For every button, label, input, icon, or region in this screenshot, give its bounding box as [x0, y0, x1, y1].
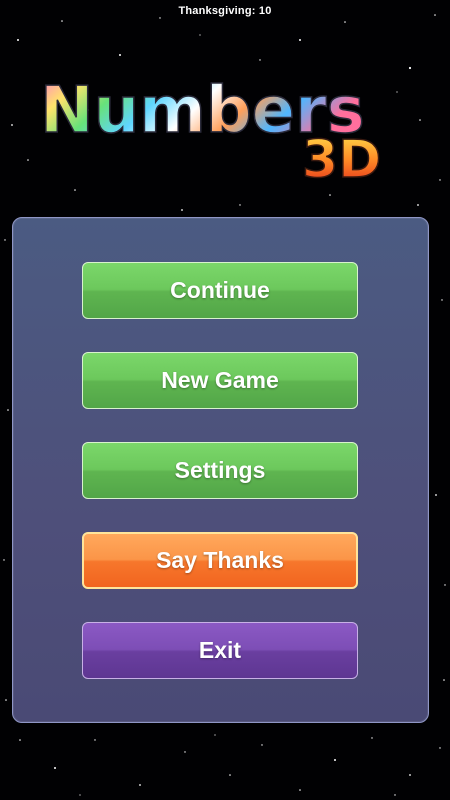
continue-button[interactable]: Continue	[82, 262, 358, 319]
exit-button[interactable]: Exit	[82, 622, 358, 679]
game-logo: Numbers 3D	[39, 73, 382, 190]
thanksgiving-counter: Thanksgiving: 10	[178, 5, 272, 17]
say-thanks-button[interactable]: Say Thanks	[82, 532, 358, 589]
new-game-button[interactable]: New Game	[82, 352, 358, 409]
game-screen: Thanksgiving: 10 Numbers 3D Continue New…	[0, 0, 450, 800]
logo-subtitle: 3D	[302, 130, 381, 190]
settings-button[interactable]: Settings	[82, 442, 358, 499]
